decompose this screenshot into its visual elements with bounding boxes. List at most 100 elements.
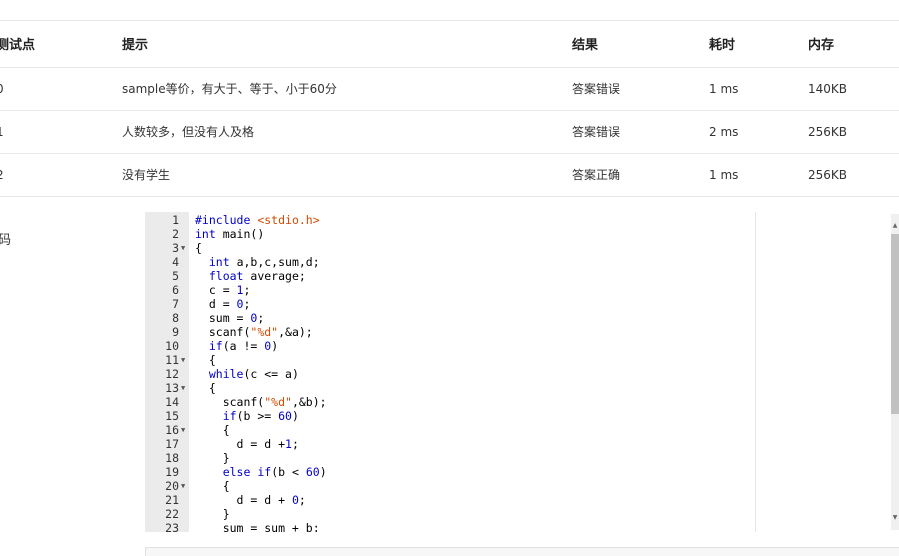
- code-text: d = d +1;: [195, 437, 299, 451]
- line-number: 12: [165, 367, 179, 381]
- code-text: }: [195, 451, 230, 465]
- code-text: scanf("%d",&a);: [195, 325, 313, 339]
- result-status: 答案正确: [572, 153, 709, 197]
- line-number: 11: [165, 353, 179, 367]
- testpoint-hint: 人数较多，但没有人及格: [122, 110, 572, 154]
- scroll-down-arrow-icon[interactable]: ▼: [891, 514, 899, 522]
- line-number: 10: [165, 339, 179, 353]
- memory-value: 256KB: [808, 153, 899, 197]
- code-line[interactable]: 19 else if(b < 60): [145, 465, 899, 479]
- code-line[interactable]: 3 ▼ {: [145, 241, 899, 255]
- line-number: 21: [165, 493, 179, 507]
- testpoint-id: 2: [0, 153, 122, 197]
- result-status: 答案错误: [572, 110, 709, 154]
- code-line[interactable]: 1 #include <stdio.h>: [145, 213, 899, 227]
- code-line[interactable]: 14 scanf("%d",&b);: [145, 395, 899, 409]
- testpoint-hint: 没有学生: [122, 153, 572, 197]
- line-number: 18: [165, 451, 179, 465]
- code-line[interactable]: 8 sum = 0;: [145, 311, 899, 325]
- code-text: int a,b,c,sum,d;: [208, 255, 320, 269]
- code-line[interactable]: 9 scanf("%d",&a);: [145, 325, 899, 339]
- time-value: 1 ms: [709, 67, 808, 111]
- line-number: 15: [165, 409, 179, 423]
- time-value: 1 ms: [709, 153, 808, 197]
- scroll-up-arrow-icon[interactable]: ▲: [891, 222, 899, 230]
- testpoint-id: 1: [0, 110, 122, 154]
- code-text: {: [195, 423, 230, 437]
- header-result: 结果: [572, 21, 709, 68]
- code-text: if(b >= 60): [222, 409, 299, 423]
- code-line[interactable]: 15 if(b >= 60): [145, 409, 899, 423]
- memory-value: 256KB: [808, 110, 899, 154]
- code-text: int main(): [195, 227, 265, 241]
- test-results-table: 测试点 提示 结果 耗时 内存 0 sample等价，有大于、等于、小于60分 …: [0, 21, 899, 197]
- code-line[interactable]: 17 d = d +1;: [145, 437, 899, 451]
- code-line[interactable]: 5 float average;: [145, 269, 899, 283]
- code-text: scanf("%d",&b);: [195, 395, 327, 409]
- line-number: 2: [172, 227, 179, 241]
- fold-arrow-icon[interactable]: ▼: [181, 381, 189, 395]
- header-time: 耗时: [709, 21, 808, 68]
- scroll-thumb[interactable]: [891, 234, 899, 414]
- code-line[interactable]: 23 sum = sum + b;: [145, 521, 899, 532]
- line-number: 8: [172, 311, 179, 325]
- code-text: if(a != 0): [208, 339, 279, 353]
- fold-arrow-icon[interactable]: ▼: [181, 353, 189, 367]
- code-text: d = 0;: [195, 297, 251, 311]
- code-line[interactable]: 20 ▼ {: [145, 479, 899, 493]
- table-header-row: 测试点 提示 结果 耗时 内存: [0, 21, 899, 68]
- line-number: 17: [165, 437, 179, 451]
- fold-arrow-icon[interactable]: ▼: [181, 479, 189, 493]
- line-number: 13: [165, 381, 179, 395]
- code-text: float average;: [208, 269, 306, 283]
- line-number: 19: [165, 465, 179, 479]
- line-number: 3: [172, 241, 179, 255]
- fold-arrow-icon[interactable]: ▼: [181, 423, 189, 437]
- code-text: sum = 0;: [195, 311, 265, 325]
- code-text: }: [195, 507, 230, 521]
- fold-arrow-icon[interactable]: ▼: [181, 241, 189, 255]
- code-line[interactable]: 18 }: [145, 451, 899, 465]
- code-line[interactable]: 21 d = d + 0;: [145, 493, 899, 507]
- result-status: 答案错误: [572, 67, 709, 111]
- line-number: 5: [172, 269, 179, 283]
- code-line[interactable]: 7 d = 0;: [145, 297, 899, 311]
- code-line[interactable]: 6 c = 1;: [145, 283, 899, 297]
- code-text: c = 1;: [195, 283, 251, 297]
- line-number: 4: [172, 255, 179, 269]
- code-line[interactable]: 13 ▼ {: [145, 381, 899, 395]
- code-line[interactable]: 10 if(a != 0): [145, 339, 899, 353]
- table-row: 2 没有学生 答案正确 1 ms 256KB: [0, 153, 899, 197]
- code-line[interactable]: 2 int main(): [145, 227, 899, 241]
- line-number: 1: [172, 213, 179, 227]
- line-number: 6: [172, 283, 179, 297]
- editor-scrollbar[interactable]: ▲ ▼: [891, 214, 899, 530]
- table-row: 0 sample等价，有大于、等于、小于60分 答案错误 1 ms 140KB: [0, 67, 899, 111]
- header-hint: 提示: [122, 21, 572, 68]
- code-section-label: 码: [0, 233, 12, 248]
- code-text: else if(b < 60): [222, 465, 327, 479]
- bottom-panel: [145, 547, 899, 556]
- code-editor[interactable]: 1 #include <stdio.h> 2 int main() 3 ▼{4 int a…: [145, 212, 899, 532]
- testpoint-hint: sample等价，有大于、等于、小于60分: [122, 67, 572, 111]
- line-number: 20: [165, 479, 179, 493]
- line-number: 22: [165, 507, 179, 521]
- code-text: while(c <= a): [208, 367, 299, 381]
- header-memory: 内存: [808, 21, 899, 68]
- code-text: #include <stdio.h>: [195, 213, 320, 227]
- testpoint-id: 0: [0, 67, 122, 111]
- code-line[interactable]: 4 int a,b,c,sum,d;: [145, 255, 899, 269]
- time-value: 2 ms: [709, 110, 808, 154]
- code-text: {: [195, 353, 216, 367]
- code-line[interactable]: 12 while(c <= a): [145, 367, 899, 381]
- line-number: 16: [165, 423, 179, 437]
- header-testpoint: 测试点: [0, 21, 122, 68]
- line-number: 9: [172, 325, 179, 339]
- code-text: {: [195, 381, 216, 395]
- code-line[interactable]: 22 }: [145, 507, 899, 521]
- line-number: 23: [165, 521, 179, 532]
- table-row: 1 人数较多，但没有人及格 答案错误 2 ms 256KB: [0, 110, 899, 154]
- code-line[interactable]: 16 ▼ {: [145, 423, 899, 437]
- code-line[interactable]: 11 ▼ {: [145, 353, 899, 367]
- code-text: {: [195, 479, 230, 493]
